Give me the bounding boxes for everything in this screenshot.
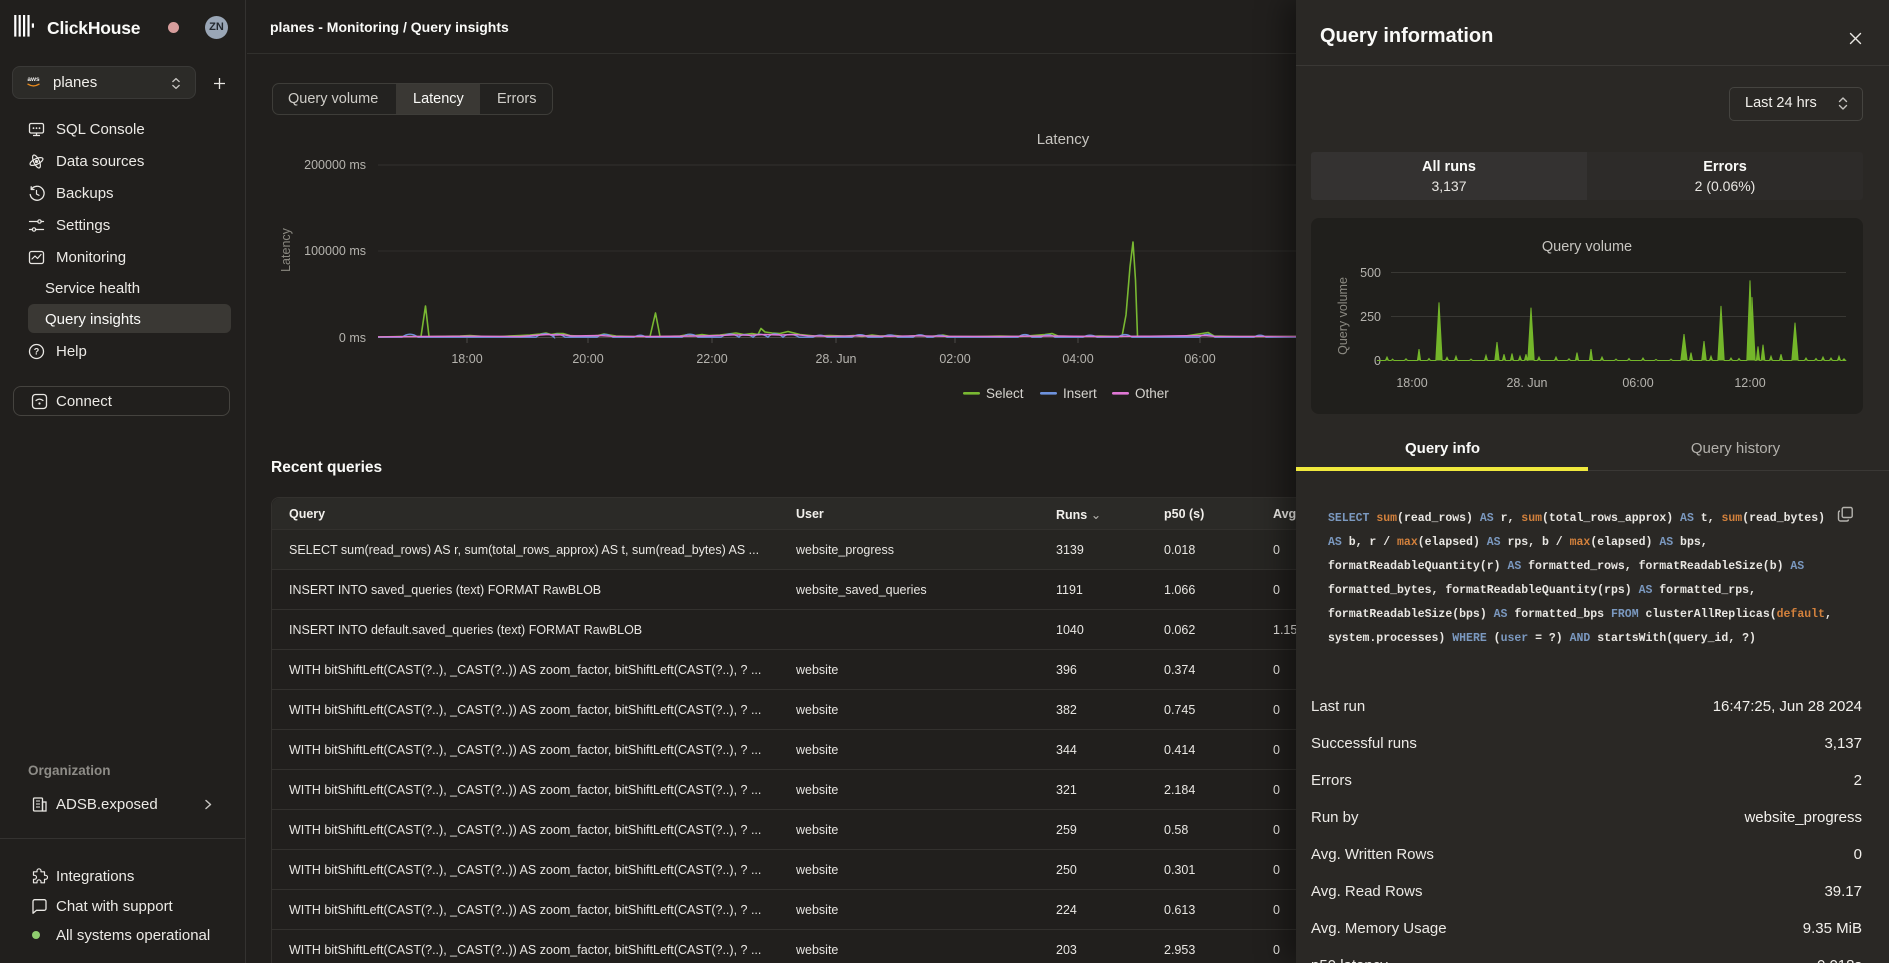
svg-text:?: ? — [34, 347, 40, 357]
svg-text:0 ms: 0 ms — [339, 331, 366, 345]
svg-text:02:00: 02:00 — [939, 352, 970, 366]
svg-text:100000 ms: 100000 ms — [304, 244, 366, 258]
svg-text:500: 500 — [1360, 266, 1381, 280]
svg-text:28. Jun: 28. Jun — [815, 352, 856, 366]
svg-text:20:00: 20:00 — [572, 352, 603, 366]
svg-text:06:00: 06:00 — [1622, 376, 1653, 390]
svg-text:18:00: 18:00 — [451, 352, 482, 366]
svg-text:04:00: 04:00 — [1062, 352, 1093, 366]
svg-text:06:00: 06:00 — [1184, 352, 1215, 366]
svg-text:Latency: Latency — [1037, 131, 1090, 148]
svg-text:Other: Other — [1135, 386, 1169, 401]
svg-text:250: 250 — [1360, 310, 1381, 324]
svg-text:Select: Select — [986, 386, 1024, 401]
svg-text:Query volume: Query volume — [1336, 277, 1350, 355]
svg-text:18:00: 18:00 — [1396, 376, 1427, 390]
svg-text:Latency: Latency — [279, 227, 293, 272]
svg-text:Query volume: Query volume — [1542, 239, 1632, 255]
svg-text:12:00: 12:00 — [1734, 376, 1765, 390]
svg-text:28. Jun: 28. Jun — [1506, 376, 1547, 390]
svg-text:Insert: Insert — [1063, 386, 1097, 401]
svg-text:aws: aws — [27, 76, 40, 83]
svg-text:200000 ms: 200000 ms — [304, 158, 366, 172]
svg-text:22:00: 22:00 — [696, 352, 727, 366]
